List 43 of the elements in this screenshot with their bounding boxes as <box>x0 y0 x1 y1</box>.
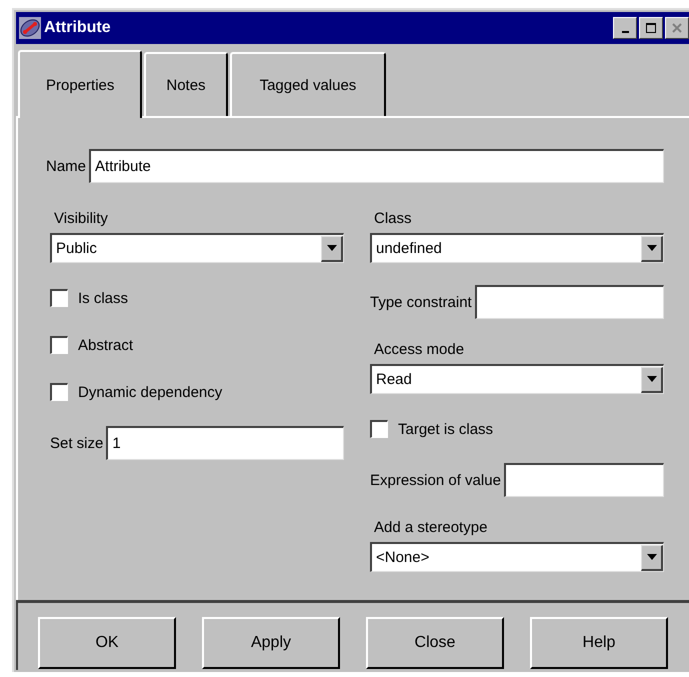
dropdown[interactable]: Public <box>50 233 344 263</box>
field-label: Add a stereotype <box>373 519 488 536</box>
field-label: Access mode <box>373 341 466 358</box>
close-button[interactable] <box>665 17 689 39</box>
field-label: Type constraint <box>370 294 472 310</box>
dropdown-arrow-icon <box>326 245 336 251</box>
dropdown[interactable]: <None> <box>370 542 664 572</box>
app-icon <box>19 17 41 39</box>
dialog-button[interactable]: OK <box>38 617 176 669</box>
dropdown[interactable]: Read <box>370 364 664 394</box>
close-icon <box>671 22 683 34</box>
checkbox[interactable] <box>370 420 388 438</box>
field-label: Expression of value <box>370 472 501 488</box>
dialog-button[interactable]: Apply <box>202 617 340 669</box>
field-label: Class <box>373 210 413 227</box>
tab[interactable]: Tagged values <box>230 52 386 116</box>
checkbox-label: Abstract <box>78 336 134 354</box>
input-field[interactable] <box>474 285 664 319</box>
dialog-button[interactable]: Close <box>366 617 504 669</box>
field-label: Name <box>46 158 86 174</box>
dialog-button[interactable]: Help <box>530 617 668 669</box>
checkbox[interactable] <box>50 336 68 354</box>
checkbox-label: Is class <box>78 290 128 306</box>
maximize-icon <box>645 22 657 34</box>
field-label: Set size <box>50 434 104 452</box>
input-field[interactable]: Attribute <box>89 149 664 183</box>
checkbox-label: Target is class <box>398 420 494 438</box>
tab[interactable]: Notes <box>144 52 228 116</box>
window-title: Attribute <box>44 19 111 37</box>
input-field[interactable] <box>504 463 664 497</box>
input-field[interactable]: 1 <box>106 426 344 460</box>
checkbox[interactable] <box>50 289 68 307</box>
checkbox-label: Dynamic dependency <box>78 384 222 400</box>
tab[interactable]: Properties <box>18 50 142 118</box>
dropdown-arrow-icon <box>646 376 656 382</box>
dropdown-arrow-icon <box>646 554 656 560</box>
minimize-button[interactable] <box>613 17 637 39</box>
dropdown[interactable]: undefined <box>370 233 664 263</box>
checkbox[interactable] <box>50 383 68 401</box>
field-label: Visibility <box>53 210 109 227</box>
dropdown-arrow-icon <box>646 245 656 251</box>
maximize-button[interactable] <box>639 17 663 39</box>
minimize-icon <box>622 31 628 33</box>
